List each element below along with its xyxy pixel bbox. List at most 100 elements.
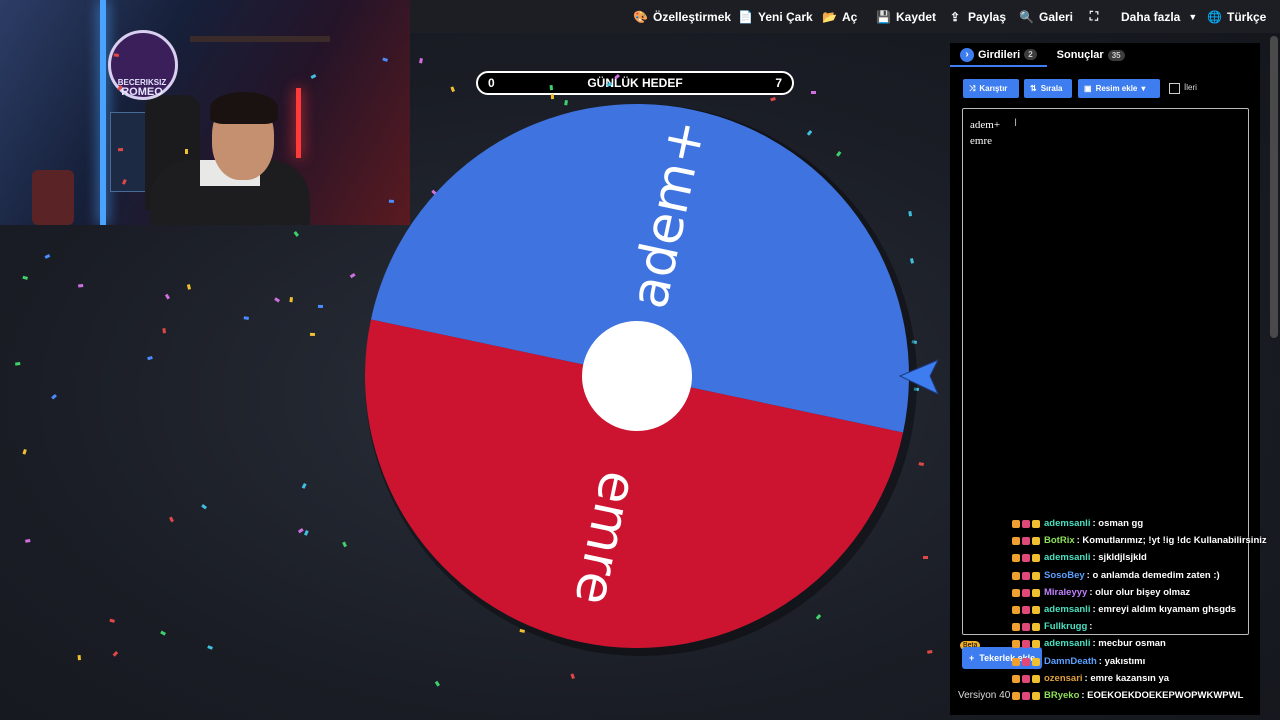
tab-entries-count: 2	[1024, 49, 1037, 60]
chat-text: : Komutlarımız; !yt !ig !dc Kullanabilir…	[1076, 535, 1267, 546]
chat-text: : olur olur bişey olmaz	[1089, 587, 1191, 598]
confetti-piece	[22, 275, 29, 280]
tab-entries-label: Girdileri	[978, 48, 1021, 61]
confetti-piece	[303, 530, 309, 536]
confetti-piece	[147, 356, 153, 361]
confetti-piece	[349, 273, 356, 279]
shuffle-label: Karıştır	[979, 84, 1008, 93]
chat-username[interactable]: DamnDeath	[1044, 656, 1097, 667]
advanced-checkbox[interactable]	[1169, 83, 1180, 94]
chat-text: : mecbur osman	[1092, 638, 1166, 649]
chat-badge-icon	[1022, 536, 1030, 545]
confetti-piece	[606, 81, 613, 87]
chat-username[interactable]: ademsanli	[1044, 518, 1090, 529]
chat-badge-icon	[1032, 536, 1040, 545]
tab-results-label: Sonuçlar	[1056, 49, 1104, 61]
chat-message: Fullkrugg :	[1012, 621, 1092, 632]
confetti-piece	[117, 85, 123, 91]
confetti-piece	[549, 85, 553, 91]
confetti-piece	[185, 149, 188, 154]
chat-username[interactable]: ademsanli	[1044, 604, 1090, 615]
tab-results[interactable]: Sonuçlar 35	[1047, 49, 1135, 65]
chat-badge-icon	[1032, 571, 1040, 580]
chat-text: : yakıstımı	[1098, 656, 1146, 667]
chat-badge-icon	[1012, 588, 1020, 597]
confetti-piece	[342, 541, 347, 548]
chat-text: : osman gg	[1092, 518, 1144, 529]
chat-badge-icon	[1012, 571, 1020, 580]
confetti-piece	[207, 645, 213, 650]
chat-badge-icon	[1012, 657, 1020, 666]
chat-username[interactable]: ozensari	[1044, 673, 1083, 684]
confetti-piece	[923, 556, 928, 559]
chat-username[interactable]: SosoBey	[1044, 570, 1085, 581]
chat-badge-icon	[1022, 691, 1030, 700]
confetti-piece	[118, 147, 124, 152]
confetti-piece	[317, 304, 323, 308]
confetti-piece	[908, 211, 913, 217]
chat-text: : o anlamda demedim zaten :)	[1086, 570, 1220, 581]
tab-entries[interactable]: › Girdileri 2	[950, 47, 1047, 67]
chat-username[interactable]: BotRix	[1044, 535, 1075, 546]
chat-badge-icon	[1032, 674, 1040, 683]
chat-badge-icon	[1012, 674, 1020, 683]
chat-message: BRyeko : EOEKOEKDOEKEPWOPWKWPWL	[1012, 690, 1243, 701]
chat-badge-icon	[1032, 639, 1040, 648]
chevron-right-icon[interactable]: ›	[960, 47, 974, 62]
confetti-piece	[78, 284, 84, 288]
confetti-piece	[289, 297, 293, 303]
tab-results-count: 35	[1107, 49, 1125, 61]
chat-text: : emreyi aldım kıyamam ghsgds	[1092, 604, 1237, 615]
confetti-piece	[806, 129, 813, 136]
chat-badge-icon	[1022, 519, 1030, 528]
chevron-down-icon: ▾	[1141, 84, 1146, 93]
chat-badge-icon	[1012, 536, 1020, 545]
shuffle-button[interactable]: ⤨ Karıştır	[963, 79, 1019, 98]
confetti-piece	[164, 293, 170, 300]
confetti-piece	[293, 231, 299, 237]
confetti-piece	[243, 316, 249, 320]
add-image-label: Resim ekle	[1095, 84, 1138, 93]
confetti-piece	[815, 613, 822, 620]
chat-username[interactable]: BRyeko	[1044, 690, 1079, 701]
sort-label: Sırala	[1040, 84, 1063, 93]
confetti-piece	[109, 618, 115, 623]
chat-badge-icon	[1012, 639, 1020, 648]
confetti-piece	[310, 74, 317, 79]
chat-username[interactable]: ademsanli	[1044, 638, 1090, 649]
confetti-piece	[112, 650, 119, 657]
plus-icon: +	[969, 653, 975, 663]
version-label: Versiyon 40	[958, 690, 1011, 701]
entry-line: emre	[970, 135, 992, 147]
add-image-button[interactable]: ▣ Resim ekle ▾	[1078, 79, 1160, 98]
chat-badge-icon	[1012, 519, 1020, 528]
sort-button[interactable]: ⇅ Sırala	[1024, 79, 1072, 98]
chat-message: ademsanli : sjkldjlsjkld	[1012, 552, 1147, 563]
chat-username[interactable]: ademsanli	[1044, 552, 1090, 563]
chat-badge-icon	[1022, 657, 1030, 666]
chat-username[interactable]: Miraleyyy	[1044, 587, 1087, 598]
wheel-hub[interactable]	[582, 321, 692, 431]
chat-text: :	[1089, 621, 1093, 632]
confetti-piece	[274, 297, 281, 303]
confetti-piece	[113, 53, 119, 57]
confetti-piece	[382, 57, 388, 62]
confetti-piece	[51, 393, 57, 400]
chat-text: : emre kazansın ya	[1084, 673, 1170, 684]
confetti-piece	[22, 448, 27, 455]
confetti-piece	[564, 100, 568, 106]
chat-message: ozensari : emre kazansın ya	[1012, 673, 1169, 684]
chat-badge-icon	[1032, 588, 1040, 597]
confetti-piece	[121, 178, 127, 185]
confetti-piece	[918, 462, 924, 466]
entry-line: adem+	[970, 119, 1001, 131]
chat-badge-icon	[1012, 691, 1020, 700]
confetti-piece	[419, 58, 423, 64]
confetti-piece	[44, 254, 51, 259]
chat-badge-icon	[1032, 657, 1040, 666]
chat-badge-icon	[1012, 605, 1020, 614]
confetti-piece	[388, 199, 394, 203]
chat-message: DamnDeath : yakıstımı	[1012, 656, 1145, 667]
spin-wheel[interactable]: adem+ emre	[365, 104, 917, 656]
chat-username[interactable]: Fullkrugg	[1044, 621, 1087, 632]
